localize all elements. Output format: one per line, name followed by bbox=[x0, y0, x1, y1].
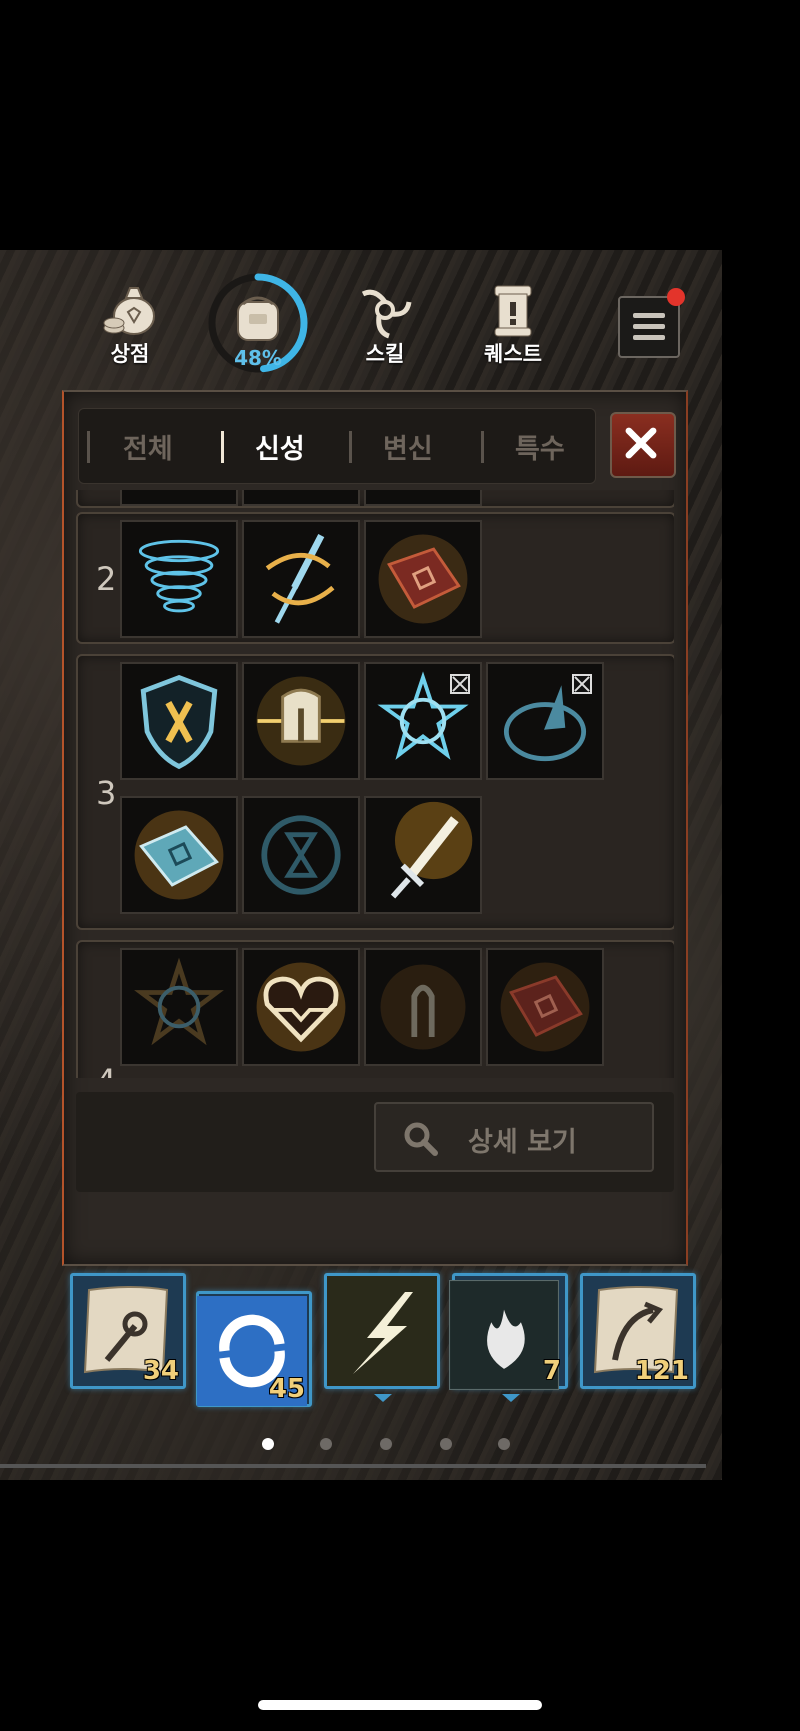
skill-group-1 bbox=[76, 490, 674, 508]
bag-percent: 48% bbox=[234, 346, 282, 370]
page-dot[interactable] bbox=[440, 1438, 452, 1450]
skill-group-2: 2 bbox=[76, 512, 674, 644]
blue-tome-skill-icon[interactable] bbox=[120, 796, 238, 914]
close-button[interactable] bbox=[610, 412, 676, 478]
helmet-skill-icon[interactable] bbox=[242, 662, 360, 780]
item-count: 7 bbox=[542, 1356, 561, 1386]
chevron-down-icon bbox=[502, 1394, 520, 1402]
skill-group-3: 3 bbox=[76, 654, 674, 930]
quest-button[interactable]: 퀘스트 bbox=[463, 280, 563, 368]
bag-icon bbox=[237, 296, 279, 341]
skill-group-4: 4 bbox=[76, 940, 674, 1078]
experience-bar bbox=[0, 1464, 706, 1468]
main-menu-button[interactable] bbox=[618, 296, 680, 358]
money-bag-icon bbox=[100, 280, 160, 340]
quick-slot-2[interactable]: 45 bbox=[196, 1291, 312, 1407]
red-tome-skill-icon[interactable] bbox=[364, 520, 482, 638]
search-icon bbox=[404, 1122, 438, 1156]
quick-slot-3[interactable] bbox=[324, 1273, 440, 1389]
quick-slot-1[interactable]: 34 bbox=[70, 1273, 186, 1389]
shop-label: 상점 bbox=[110, 342, 150, 366]
page-dot[interactable] bbox=[262, 1438, 274, 1450]
top-menu: 상점 48% 스킬 퀘스트 bbox=[0, 250, 722, 380]
home-indicator[interactable] bbox=[258, 1700, 542, 1710]
hamburger-icon bbox=[633, 313, 665, 318]
page-dot[interactable] bbox=[498, 1438, 510, 1450]
skill-label: 스킬 bbox=[365, 342, 405, 366]
shield-skill-icon[interactable] bbox=[120, 662, 238, 780]
praying-hands-skill-icon[interactable] bbox=[364, 948, 482, 1066]
detail-view-label: 상세 보기 bbox=[468, 1127, 577, 1158]
quest-label: 퀘스트 bbox=[484, 342, 542, 366]
close-icon bbox=[625, 427, 657, 459]
group-number: 4 bbox=[96, 1062, 116, 1078]
item-count: 34 bbox=[142, 1356, 179, 1386]
item-count: 45 bbox=[268, 1374, 305, 1404]
whirlwind-skill-icon[interactable] bbox=[120, 520, 238, 638]
panel-footer: 상세 보기 bbox=[76, 1092, 674, 1192]
star-cycle-skill-icon[interactable] bbox=[364, 662, 482, 780]
glowing-sword-skill-icon[interactable] bbox=[364, 796, 482, 914]
collection-panel: 전체 신성 변신 특수 2 3 상세 보기 bbox=[62, 390, 688, 1266]
detail-view-button[interactable]: 상세 보기 bbox=[374, 1102, 654, 1172]
skill-slot[interactable] bbox=[364, 490, 482, 506]
quick-slot-5[interactable]: 121 bbox=[580, 1273, 696, 1389]
item-count: 121 bbox=[634, 1356, 689, 1386]
locked-icon bbox=[450, 674, 470, 694]
page-dot[interactable] bbox=[380, 1438, 392, 1450]
tab-all[interactable]: 전체 bbox=[123, 427, 173, 466]
hourglass-cycle-skill-icon[interactable] bbox=[242, 796, 360, 914]
notification-dot bbox=[667, 288, 685, 306]
tab-bar: 전체 신성 변신 특수 bbox=[78, 408, 596, 484]
lightning-icon bbox=[327, 1276, 437, 1386]
sundial-skill-icon[interactable] bbox=[486, 662, 604, 780]
page-dot[interactable] bbox=[320, 1438, 332, 1450]
quest-scroll-icon bbox=[483, 280, 543, 340]
tab-transform[interactable]: 변신 bbox=[383, 427, 433, 466]
skill-list[interactable]: 2 3 bbox=[76, 490, 674, 1078]
sword-swap-skill-icon[interactable] bbox=[242, 520, 360, 638]
group-number: 2 bbox=[96, 560, 117, 598]
game-screen: 상점 48% 스킬 퀘스트 전체 신성 변신 특수 2 3 상세 보기 34 4… bbox=[0, 250, 722, 1480]
page-indicator bbox=[0, 1438, 722, 1458]
skill-triskelion-icon bbox=[355, 280, 415, 340]
tab-special[interactable]: 특수 bbox=[515, 427, 565, 466]
quick-slot-4[interactable]: ᚱᚷᛉᛟᛞᚠ 7 bbox=[449, 1273, 568, 1390]
skill-slot[interactable] bbox=[242, 490, 360, 506]
skill-button[interactable]: 스킬 bbox=[335, 280, 435, 368]
heart-skill-icon[interactable] bbox=[242, 948, 360, 1066]
chevron-down-icon bbox=[374, 1394, 392, 1402]
star-burst-skill-icon[interactable] bbox=[120, 948, 238, 1066]
locked-icon bbox=[572, 674, 592, 694]
tab-divine[interactable]: 신성 bbox=[255, 427, 305, 466]
skill-slot[interactable] bbox=[120, 490, 238, 506]
quick-slot-bar: 34 45 ᚱᚷᛉᛟᛞᚠ 7 121 bbox=[68, 1273, 708, 1418]
group-number: 3 bbox=[96, 774, 117, 812]
shop-button[interactable]: 상점 bbox=[80, 280, 180, 368]
dark-red-tome-skill-icon[interactable] bbox=[486, 948, 604, 1066]
